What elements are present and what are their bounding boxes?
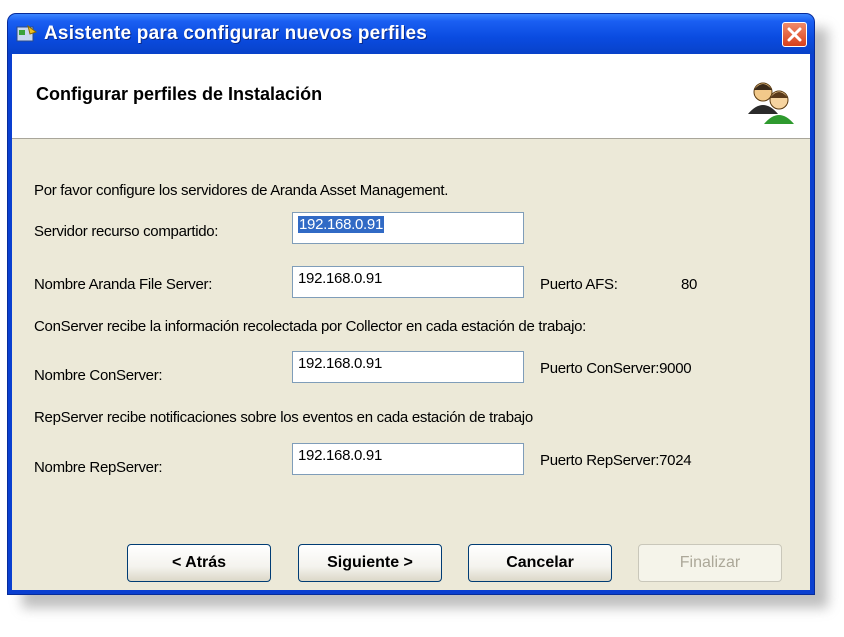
conserver-label: Nombre ConServer:: [34, 367, 163, 384]
file-server-label: Nombre Aranda File Server:: [34, 276, 213, 293]
servidor-recurso-label: Servidor recurso compartido:: [34, 223, 219, 240]
file-server-input[interactable]: 192.168.0.91: [292, 266, 524, 298]
conserver-port: Puerto ConServer:9000: [540, 360, 692, 377]
wizard-header: Configurar perfiles de Instalación: [12, 54, 810, 139]
cancel-button[interactable]: Cancelar: [468, 544, 612, 582]
back-button-label: < Atrás: [171, 554, 227, 571]
repserver-note: RepServer recibe notificaciones sobre lo…: [34, 409, 533, 426]
users-icon: [748, 82, 794, 124]
app-icon: [16, 24, 38, 42]
finish-button-label: Finalizar: [679, 554, 741, 571]
conserver-value: 192.168.0.91: [298, 355, 382, 372]
repserver-port: Puerto RepServer:7024: [540, 452, 692, 469]
repserver-label: Nombre RepServer:: [34, 459, 163, 476]
next-button-label: Siguiente >: [327, 554, 413, 571]
servidor-recurso-value: 192.168.0.91: [298, 216, 384, 233]
window-title: Asistente para configurar nuevos perfile…: [44, 23, 428, 44]
wizard-body: Configurar perfiles de Instalación Por f…: [12, 54, 810, 590]
close-button[interactable]: [782, 22, 807, 47]
intro-text: Por favor configure los servidores de Ar…: [34, 182, 449, 199]
title-bar[interactable]: Asistente para configurar nuevos perfile…: [8, 14, 814, 54]
finish-button[interactable]: Finalizar: [638, 544, 782, 582]
servidor-recurso-input[interactable]: 192.168.0.91: [292, 212, 524, 244]
afs-port-value: 80: [681, 276, 698, 293]
afs-port-label: Puerto AFS:: [540, 276, 618, 293]
conserver-note: ConServer recibe la información recolect…: [34, 318, 587, 335]
wizard-window: Asistente para configurar nuevos perfile…: [8, 14, 814, 594]
repserver-value: 192.168.0.91: [298, 447, 382, 464]
repserver-input[interactable]: 192.168.0.91: [292, 443, 524, 475]
conserver-input[interactable]: 192.168.0.91: [292, 351, 524, 383]
back-button[interactable]: < Atrás: [127, 544, 271, 582]
cancel-button-label: Cancelar: [506, 554, 574, 571]
file-server-value: 192.168.0.91: [298, 270, 382, 287]
next-button[interactable]: Siguiente >: [298, 544, 442, 582]
page-title: Configurar perfiles de Instalación: [36, 84, 323, 104]
close-icon: [787, 27, 802, 42]
